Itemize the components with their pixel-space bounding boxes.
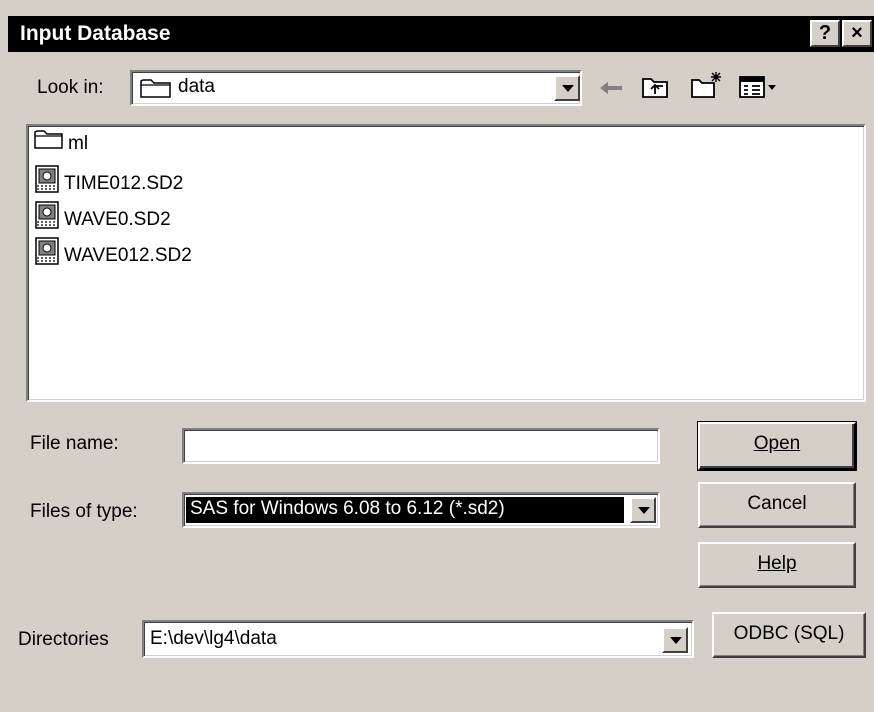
help-button[interactable]: Help: [698, 542, 856, 588]
directories-label: Directories: [18, 629, 109, 650]
view-menu-icon[interactable]: [738, 74, 778, 105]
directories-value: E:\dev\lg4\data: [150, 628, 277, 649]
back-arrow-icon[interactable]: [598, 80, 624, 101]
odbc-sql-button[interactable]: ODBC (SQL): [712, 612, 866, 658]
sas-file-icon: [34, 164, 60, 204]
file-list[interactable]: ml TIME012.SD2 WAVE0.SD2 WAVE012.SD2: [26, 124, 866, 402]
directories-dropdown-button[interactable]: [662, 627, 688, 653]
files-of-type-select[interactable]: SAS for Windows 6.08 to 6.12 (*.sd2): [182, 492, 660, 528]
sas-file-icon: [34, 200, 60, 240]
look-in-select[interactable]: data: [130, 70, 582, 106]
open-button-label: Open: [753, 433, 801, 454]
chevron-down-icon: [638, 507, 650, 514]
open-button[interactable]: Open: [698, 422, 856, 470]
new-folder-icon[interactable]: [690, 70, 724, 105]
look-in-dropdown-button[interactable]: [554, 75, 580, 101]
help-title-button[interactable]: ?: [810, 20, 840, 47]
list-item[interactable]: WAVE012.SD2: [34, 236, 192, 266]
file-name-label: File name:: [30, 433, 119, 454]
cancel-button[interactable]: Cancel: [698, 482, 856, 528]
list-item[interactable]: WAVE0.SD2: [34, 200, 171, 230]
list-item[interactable]: TIME012.SD2: [34, 164, 183, 194]
up-folder-icon[interactable]: [641, 74, 671, 105]
folder-icon: [140, 77, 172, 104]
chevron-down-icon: [562, 85, 574, 92]
sas-file-icon: [34, 236, 60, 276]
file-name-field[interactable]: [182, 428, 660, 464]
title-bar[interactable]: Input Database ? ×: [8, 16, 874, 52]
files-of-type-value: SAS for Windows 6.08 to 6.12 (*.sd2): [186, 497, 624, 523]
help-button-label: Help: [757, 553, 797, 574]
chevron-down-icon: [670, 637, 682, 644]
folder-icon: [34, 128, 64, 160]
window-title: Input Database: [20, 22, 171, 45]
close-button[interactable]: ×: [842, 20, 872, 47]
look-in-value: data: [178, 76, 215, 97]
files-of-type-label: Files of type:: [30, 501, 138, 522]
files-of-type-dropdown-button[interactable]: [630, 497, 656, 523]
look-in-label: Look in:: [37, 77, 104, 98]
file-name: ml: [68, 133, 89, 154]
list-item[interactable]: ml: [34, 128, 88, 158]
file-name: WAVE012.SD2: [64, 245, 192, 266]
file-name: TIME012.SD2: [64, 173, 184, 194]
directories-select[interactable]: E:\dev\lg4\data: [142, 620, 694, 658]
file-name: WAVE0.SD2: [64, 209, 171, 230]
